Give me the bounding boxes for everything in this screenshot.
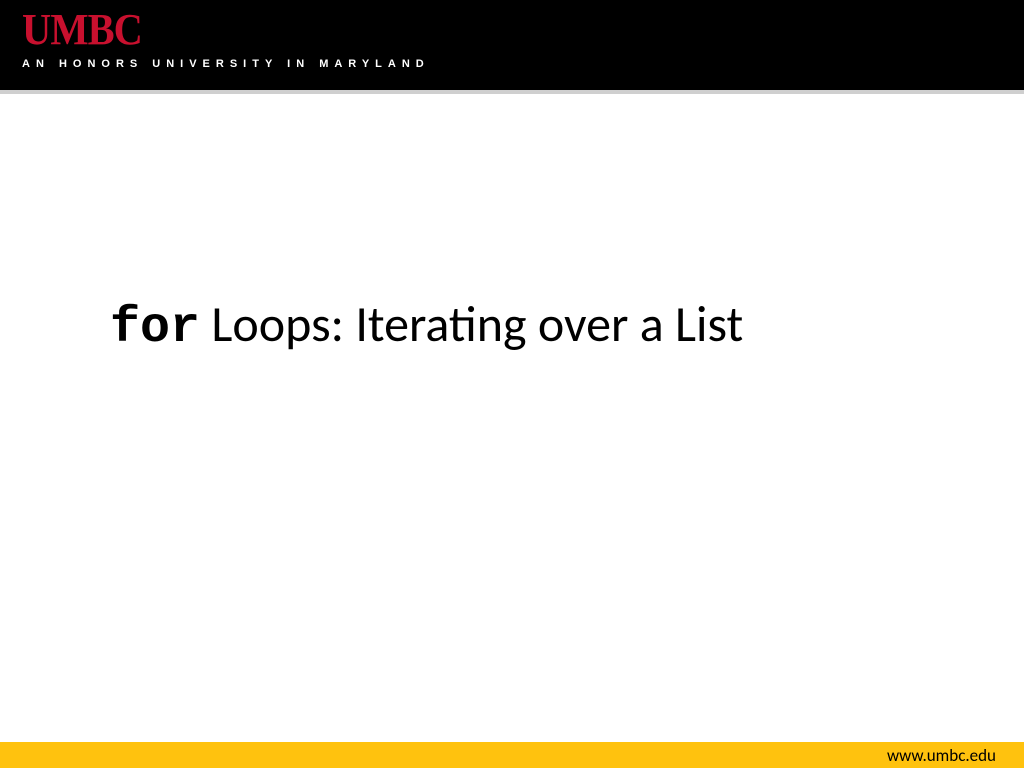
footer-url: www.umbc.edu [887, 745, 996, 766]
title-text: Loops: Iterating over a List [200, 294, 743, 355]
slide-content: for Loops: Iterating over a List [0, 94, 1024, 742]
title-code-keyword: for [110, 300, 200, 357]
umbc-tagline: AN HONORS UNIVERSITY IN MARYLAND [22, 58, 1002, 70]
slide-footer: www.umbc.edu [0, 742, 1024, 768]
slide-header: UMBC AN HONORS UNIVERSITY IN MARYLAND [0, 0, 1024, 90]
umbc-logo: UMBC [22, 8, 924, 52]
slide-title: for Loops: Iterating over a List [110, 294, 743, 357]
slide: UMBC AN HONORS UNIVERSITY IN MARYLAND fo… [0, 0, 1024, 768]
